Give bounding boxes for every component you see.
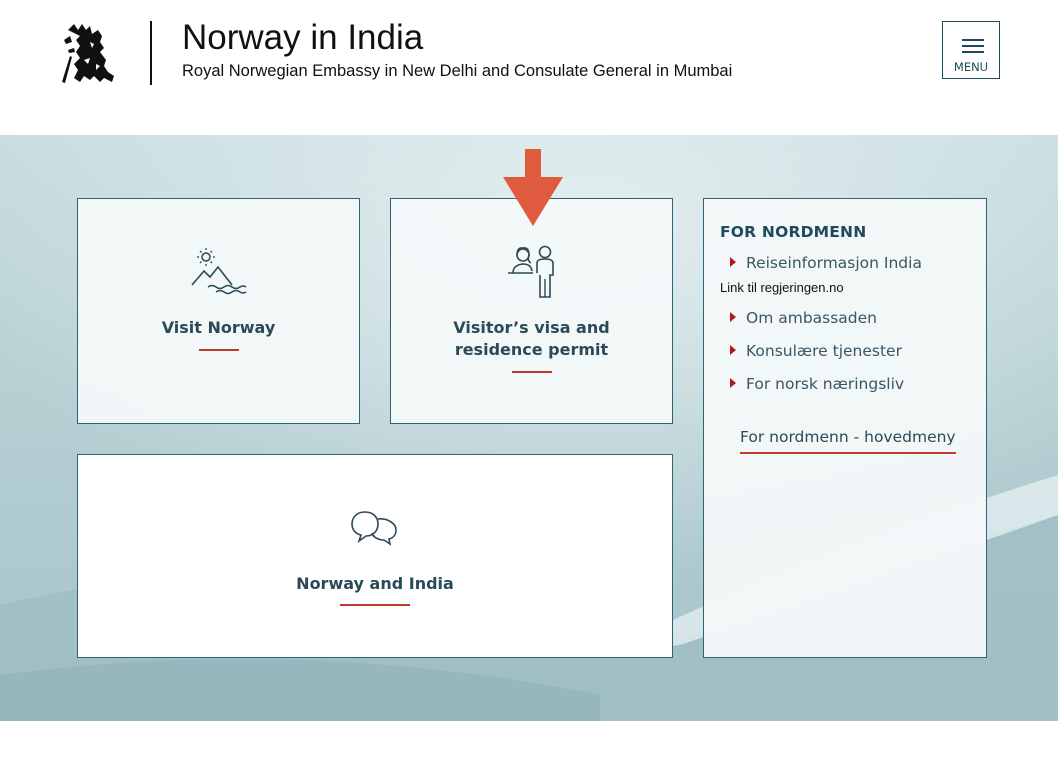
bullet-icon: [730, 345, 736, 355]
mountains-sun-icon: [191, 248, 247, 295]
for-nordmenn-panel: FOR NORDMENN Reiseinformasjon India Link…: [703, 198, 987, 658]
site-title[interactable]: Norway in India: [182, 18, 423, 58]
sidebar-item-konsulaere-tjenester[interactable]: Konsulære tjenester: [746, 342, 902, 360]
sidebar-item-om-ambassaden[interactable]: Om ambassaden: [746, 309, 877, 327]
sidebar-item-naeringsliv[interactable]: For norsk næringsliv: [746, 375, 904, 393]
down-arrow-icon: [503, 149, 563, 226]
visa-card[interactable]: Visitor’s visa and residence permit: [390, 198, 673, 424]
bullet-icon: [730, 257, 736, 267]
panel-heading: FOR NORDMENN: [720, 223, 867, 241]
site-header: Norway in India Royal Norwegian Embassy …: [0, 0, 1058, 135]
menu-button[interactable]: MENU: [942, 21, 1000, 79]
site-subtitle: Royal Norwegian Embassy in New Delhi and…: [182, 62, 733, 80]
hero-section: Visit Norway Visitor’s visa and residenc…: [0, 135, 1058, 721]
menu-label: MENU: [953, 60, 989, 74]
speech-bubbles-icon: [351, 511, 397, 546]
visa-applicant-icon: [508, 245, 554, 298]
visit-norway-label[interactable]: Visit Norway: [78, 317, 359, 339]
visit-norway-underline: [199, 349, 239, 351]
for-nordmenn-main-menu-link[interactable]: For nordmenn - hovedmeny: [740, 428, 956, 454]
bullet-icon: [730, 312, 736, 322]
visa-label[interactable]: Visitor’s visa and residence permit: [391, 317, 672, 361]
sidebar-item-reiseinformasjon[interactable]: Reiseinformasjon India: [746, 254, 922, 272]
norway-and-india-card[interactable]: Norway and India: [77, 454, 673, 658]
visa-underline: [512, 371, 552, 373]
norway-and-india-label[interactable]: Norway and India: [78, 573, 672, 595]
norway-and-india-underline: [340, 604, 410, 606]
hamburger-icon: [962, 39, 984, 53]
visit-norway-card[interactable]: Visit Norway: [77, 198, 360, 424]
link-note: Link til regjeringen.no: [720, 280, 844, 295]
header-divider: [150, 21, 152, 85]
page-bottom: [0, 721, 1058, 772]
norwegian-lion-coat-of-arms-icon[interactable]: [60, 20, 118, 86]
bullet-icon: [730, 378, 736, 388]
